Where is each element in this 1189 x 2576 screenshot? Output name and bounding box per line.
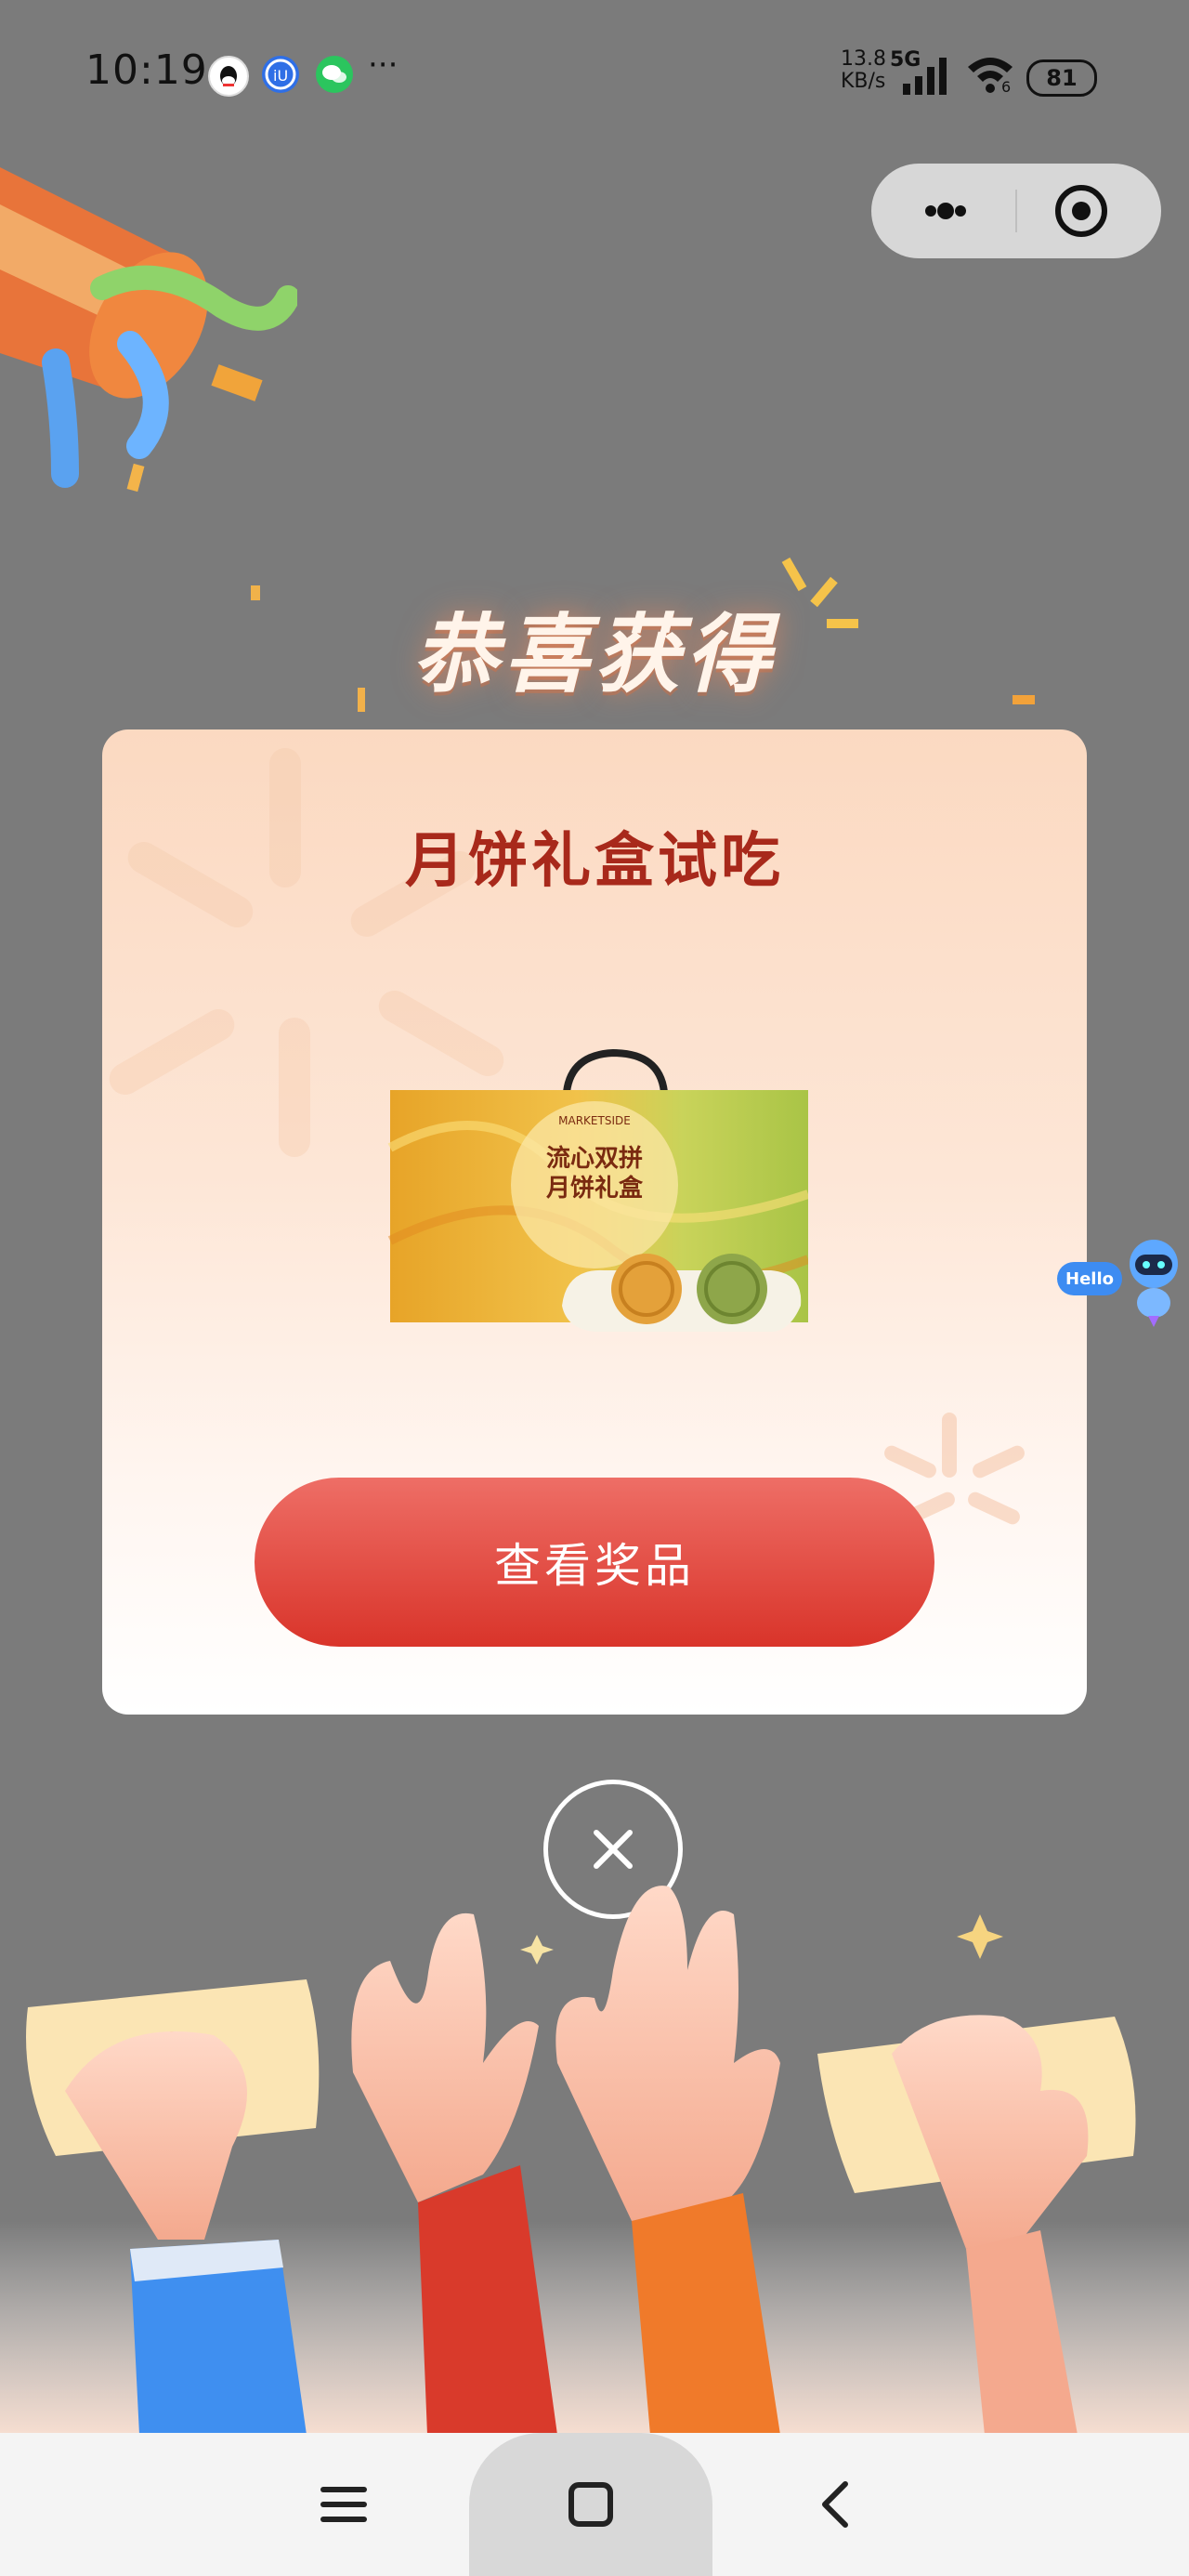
menu-button[interactable]	[316, 2477, 372, 2532]
capsule-divider	[1015, 190, 1017, 232]
net-speed: 13.8 KB/s	[841, 47, 886, 93]
status-bar: 10:19 iU ··· 13.8 KB/s 5G 6 81	[0, 0, 1189, 149]
back-button[interactable]	[808, 2477, 864, 2532]
svg-text:流心双拼: 流心双拼	[546, 1145, 643, 1173]
wifi-sub: 6	[1001, 78, 1012, 96]
close-miniprogram-button[interactable]	[1029, 182, 1141, 240]
prize-title: 月饼礼盒试吃	[405, 827, 784, 896]
more-dots-icon	[925, 203, 966, 219]
party-popper-decoration	[0, 167, 297, 493]
congrats-headline: 恭喜获得	[412, 605, 777, 704]
mooncake-gift-box-image: MARKETSIDE 流心双拼 月饼礼盒	[381, 1036, 810, 1343]
menu-lines-icon	[320, 2487, 367, 2522]
svg-text:iU: iU	[273, 67, 288, 85]
miniprogram-capsule	[871, 164, 1161, 258]
signal-icon	[903, 58, 947, 95]
battery-indicator: 81	[1026, 59, 1097, 97]
status-time: 10:19	[85, 46, 208, 94]
svg-text:MARKETSIDE: MARKETSIDE	[558, 1114, 631, 1127]
view-prize-button[interactable]: 查看奖品	[255, 1478, 934, 1647]
svg-text:月饼礼盒: 月饼礼盒	[545, 1174, 644, 1203]
chevron-left-icon	[822, 2481, 848, 2528]
home-button[interactable]	[469, 2433, 712, 2576]
prize-card: 月饼礼盒试吃 MARKETSIDE 流心双拼 月饼礼盒 查看奖品	[102, 729, 1087, 1715]
system-nav-bar	[0, 2433, 1189, 2576]
qq-icon	[208, 56, 249, 97]
more-menu-button[interactable]	[890, 182, 1001, 240]
floating-assistant[interactable]: Hello	[1055, 1236, 1189, 1329]
celebration-hands-illustration: 券	[0, 1886, 1189, 2435]
more-notifications: ···	[368, 46, 399, 84]
square-home-icon	[568, 2482, 613, 2527]
robot-icon	[1130, 1240, 1178, 1327]
target-icon	[1055, 185, 1107, 237]
iu-icon: iU	[262, 56, 299, 93]
hello-bubble: Hello	[1057, 1262, 1122, 1295]
wechat-icon	[316, 56, 353, 93]
